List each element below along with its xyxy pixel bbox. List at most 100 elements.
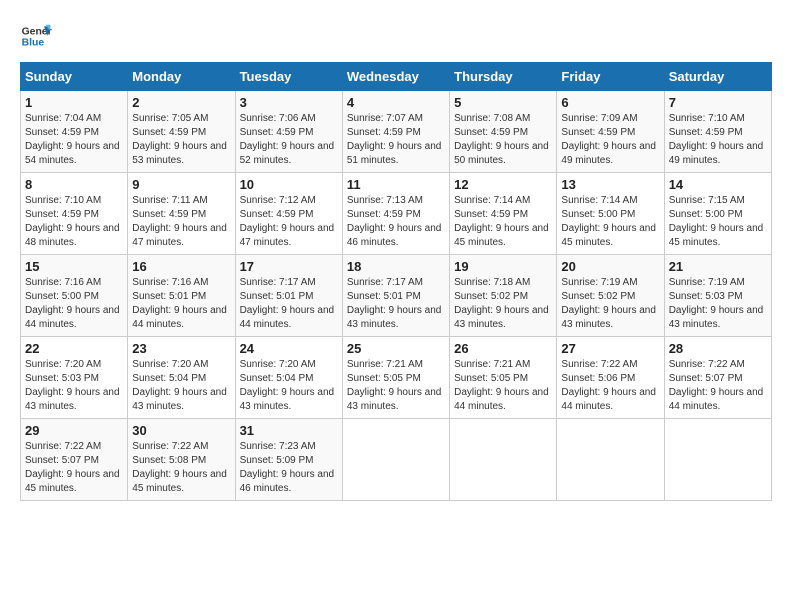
- day-info: Sunrise: 7:16 AM Sunset: 5:01 PM Dayligh…: [132, 276, 230, 332]
- day-info: Sunrise: 7:17 AM Sunset: 5:01 PM Dayligh…: [347, 276, 445, 332]
- calendar-cell: [450, 419, 557, 501]
- calendar-cell: 1 Sunrise: 7:04 AM Sunset: 4:59 PM Dayli…: [21, 91, 128, 173]
- weekday-header-sunday: Sunday: [21, 63, 128, 91]
- calendar-week-3: 15 Sunrise: 7:16 AM Sunset: 5:00 PM Dayl…: [21, 255, 772, 337]
- day-number: 7: [669, 95, 767, 110]
- day-number: 27: [561, 341, 659, 356]
- day-info: Sunrise: 7:15 AM Sunset: 5:00 PM Dayligh…: [669, 194, 767, 250]
- day-number: 18: [347, 259, 445, 274]
- calendar-cell: 13 Sunrise: 7:14 AM Sunset: 5:00 PM Dayl…: [557, 173, 664, 255]
- day-info: Sunrise: 7:22 AM Sunset: 5:06 PM Dayligh…: [561, 358, 659, 414]
- calendar-body: 1 Sunrise: 7:04 AM Sunset: 4:59 PM Dayli…: [21, 91, 772, 501]
- calendar-cell: 21 Sunrise: 7:19 AM Sunset: 5:03 PM Dayl…: [664, 255, 771, 337]
- day-info: Sunrise: 7:23 AM Sunset: 5:09 PM Dayligh…: [240, 440, 338, 496]
- calendar-week-2: 8 Sunrise: 7:10 AM Sunset: 4:59 PM Dayli…: [21, 173, 772, 255]
- calendar-cell: 26 Sunrise: 7:21 AM Sunset: 5:05 PM Dayl…: [450, 337, 557, 419]
- day-number: 25: [347, 341, 445, 356]
- day-number: 14: [669, 177, 767, 192]
- day-info: Sunrise: 7:10 AM Sunset: 4:59 PM Dayligh…: [25, 194, 123, 250]
- calendar-cell: 11 Sunrise: 7:13 AM Sunset: 4:59 PM Dayl…: [342, 173, 449, 255]
- day-number: 10: [240, 177, 338, 192]
- day-info: Sunrise: 7:20 AM Sunset: 5:03 PM Dayligh…: [25, 358, 123, 414]
- calendar-cell: 24 Sunrise: 7:20 AM Sunset: 5:04 PM Dayl…: [235, 337, 342, 419]
- day-number: 17: [240, 259, 338, 274]
- day-number: 11: [347, 177, 445, 192]
- day-info: Sunrise: 7:13 AM Sunset: 4:59 PM Dayligh…: [347, 194, 445, 250]
- calendar-cell: [342, 419, 449, 501]
- day-info: Sunrise: 7:18 AM Sunset: 5:02 PM Dayligh…: [454, 276, 552, 332]
- day-info: Sunrise: 7:04 AM Sunset: 4:59 PM Dayligh…: [25, 112, 123, 168]
- day-number: 1: [25, 95, 123, 110]
- day-info: Sunrise: 7:19 AM Sunset: 5:03 PM Dayligh…: [669, 276, 767, 332]
- day-number: 4: [347, 95, 445, 110]
- day-number: 16: [132, 259, 230, 274]
- calendar-cell: 15 Sunrise: 7:16 AM Sunset: 5:00 PM Dayl…: [21, 255, 128, 337]
- weekday-header-thursday: Thursday: [450, 63, 557, 91]
- day-number: 12: [454, 177, 552, 192]
- day-number: 2: [132, 95, 230, 110]
- calendar-week-4: 22 Sunrise: 7:20 AM Sunset: 5:03 PM Dayl…: [21, 337, 772, 419]
- day-number: 5: [454, 95, 552, 110]
- calendar-cell: 14 Sunrise: 7:15 AM Sunset: 5:00 PM Dayl…: [664, 173, 771, 255]
- day-info: Sunrise: 7:20 AM Sunset: 5:04 PM Dayligh…: [132, 358, 230, 414]
- day-number: 24: [240, 341, 338, 356]
- weekday-header-tuesday: Tuesday: [235, 63, 342, 91]
- logo-icon: General Blue: [20, 20, 52, 52]
- day-number: 28: [669, 341, 767, 356]
- weekday-header-wednesday: Wednesday: [342, 63, 449, 91]
- calendar-cell: 27 Sunrise: 7:22 AM Sunset: 5:06 PM Dayl…: [557, 337, 664, 419]
- day-info: Sunrise: 7:14 AM Sunset: 4:59 PM Dayligh…: [454, 194, 552, 250]
- day-number: 22: [25, 341, 123, 356]
- calendar-cell: 4 Sunrise: 7:07 AM Sunset: 4:59 PM Dayli…: [342, 91, 449, 173]
- day-info: Sunrise: 7:10 AM Sunset: 4:59 PM Dayligh…: [669, 112, 767, 168]
- day-number: 23: [132, 341, 230, 356]
- logo: General Blue: [20, 20, 52, 52]
- day-info: Sunrise: 7:22 AM Sunset: 5:07 PM Dayligh…: [669, 358, 767, 414]
- calendar-cell: 9 Sunrise: 7:11 AM Sunset: 4:59 PM Dayli…: [128, 173, 235, 255]
- calendar-cell: 3 Sunrise: 7:06 AM Sunset: 4:59 PM Dayli…: [235, 91, 342, 173]
- calendar-cell: 29 Sunrise: 7:22 AM Sunset: 5:07 PM Dayl…: [21, 419, 128, 501]
- day-info: Sunrise: 7:11 AM Sunset: 4:59 PM Dayligh…: [132, 194, 230, 250]
- calendar-cell: [557, 419, 664, 501]
- calendar-week-5: 29 Sunrise: 7:22 AM Sunset: 5:07 PM Dayl…: [21, 419, 772, 501]
- day-number: 26: [454, 341, 552, 356]
- calendar-cell: 12 Sunrise: 7:14 AM Sunset: 4:59 PM Dayl…: [450, 173, 557, 255]
- day-info: Sunrise: 7:06 AM Sunset: 4:59 PM Dayligh…: [240, 112, 338, 168]
- day-number: 30: [132, 423, 230, 438]
- day-info: Sunrise: 7:16 AM Sunset: 5:00 PM Dayligh…: [25, 276, 123, 332]
- calendar-cell: 28 Sunrise: 7:22 AM Sunset: 5:07 PM Dayl…: [664, 337, 771, 419]
- weekday-header-monday: Monday: [128, 63, 235, 91]
- day-number: 9: [132, 177, 230, 192]
- day-info: Sunrise: 7:14 AM Sunset: 5:00 PM Dayligh…: [561, 194, 659, 250]
- calendar-cell: 2 Sunrise: 7:05 AM Sunset: 4:59 PM Dayli…: [128, 91, 235, 173]
- day-number: 13: [561, 177, 659, 192]
- calendar-cell: [664, 419, 771, 501]
- calendar-cell: 30 Sunrise: 7:22 AM Sunset: 5:08 PM Dayl…: [128, 419, 235, 501]
- calendar-cell: 18 Sunrise: 7:17 AM Sunset: 5:01 PM Dayl…: [342, 255, 449, 337]
- calendar-week-1: 1 Sunrise: 7:04 AM Sunset: 4:59 PM Dayli…: [21, 91, 772, 173]
- calendar-table: SundayMondayTuesdayWednesdayThursdayFrid…: [20, 62, 772, 501]
- day-info: Sunrise: 7:09 AM Sunset: 4:59 PM Dayligh…: [561, 112, 659, 168]
- day-info: Sunrise: 7:22 AM Sunset: 5:08 PM Dayligh…: [132, 440, 230, 496]
- day-info: Sunrise: 7:21 AM Sunset: 5:05 PM Dayligh…: [454, 358, 552, 414]
- calendar-cell: 7 Sunrise: 7:10 AM Sunset: 4:59 PM Dayli…: [664, 91, 771, 173]
- calendar-cell: 22 Sunrise: 7:20 AM Sunset: 5:03 PM Dayl…: [21, 337, 128, 419]
- day-info: Sunrise: 7:19 AM Sunset: 5:02 PM Dayligh…: [561, 276, 659, 332]
- day-number: 29: [25, 423, 123, 438]
- svg-text:Blue: Blue: [22, 38, 45, 49]
- day-info: Sunrise: 7:12 AM Sunset: 4:59 PM Dayligh…: [240, 194, 338, 250]
- calendar-cell: 8 Sunrise: 7:10 AM Sunset: 4:59 PM Dayli…: [21, 173, 128, 255]
- day-info: Sunrise: 7:17 AM Sunset: 5:01 PM Dayligh…: [240, 276, 338, 332]
- day-number: 31: [240, 423, 338, 438]
- day-number: 19: [454, 259, 552, 274]
- day-info: Sunrise: 7:22 AM Sunset: 5:07 PM Dayligh…: [25, 440, 123, 496]
- calendar-cell: 5 Sunrise: 7:08 AM Sunset: 4:59 PM Dayli…: [450, 91, 557, 173]
- day-info: Sunrise: 7:21 AM Sunset: 5:05 PM Dayligh…: [347, 358, 445, 414]
- calendar-cell: 10 Sunrise: 7:12 AM Sunset: 4:59 PM Dayl…: [235, 173, 342, 255]
- day-number: 20: [561, 259, 659, 274]
- calendar-cell: 19 Sunrise: 7:18 AM Sunset: 5:02 PM Dayl…: [450, 255, 557, 337]
- day-number: 3: [240, 95, 338, 110]
- calendar-cell: 20 Sunrise: 7:19 AM Sunset: 5:02 PM Dayl…: [557, 255, 664, 337]
- calendar-cell: 31 Sunrise: 7:23 AM Sunset: 5:09 PM Dayl…: [235, 419, 342, 501]
- calendar-cell: 16 Sunrise: 7:16 AM Sunset: 5:01 PM Dayl…: [128, 255, 235, 337]
